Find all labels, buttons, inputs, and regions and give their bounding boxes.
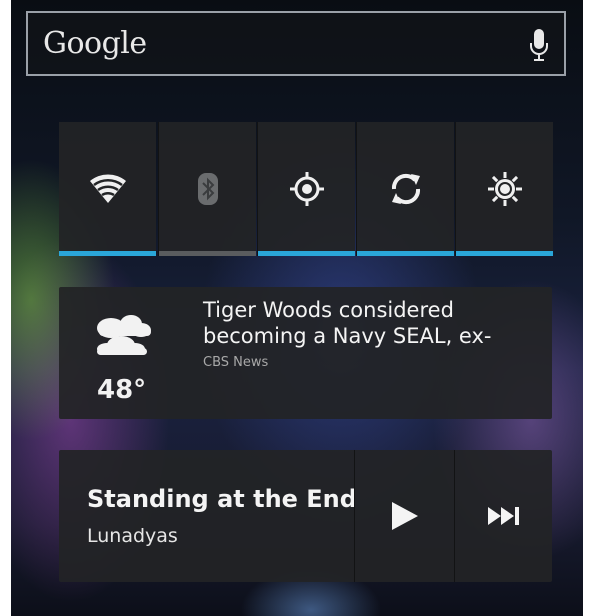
news-weather-widget[interactable]: 48° Tiger Woods considered becoming a Na… [59, 287, 552, 419]
play-icon [391, 502, 418, 530]
skip-next-icon [487, 507, 519, 525]
wifi-icon [89, 174, 126, 203]
location-status-bar [258, 251, 355, 256]
news-headline[interactable]: Tiger Woods considered becoming a Navy S… [203, 297, 543, 349]
brightness-status-bar [456, 251, 553, 256]
sync-toggle[interactable] [356, 122, 454, 256]
sync-icon [391, 173, 420, 205]
sync-status-bar [357, 251, 454, 256]
play-button[interactable] [355, 450, 454, 582]
microphone-icon[interactable] [528, 28, 550, 64]
wifi-status-bar [59, 251, 156, 256]
partly-cloudy-icon [97, 315, 151, 355]
power-control-widget [59, 122, 553, 256]
bluetooth-status-bar [159, 251, 256, 256]
wifi-toggle[interactable] [59, 122, 156, 256]
news-source: CBS News [203, 355, 269, 370]
location-icon [289, 172, 324, 206]
track-title[interactable]: Standing at the End [87, 485, 357, 513]
google-logo: Google [43, 26, 147, 61]
bluetooth-icon [197, 173, 218, 205]
track-artist: Lunadyas [87, 525, 178, 547]
music-widget: Standing at the End Lunadyas [59, 450, 552, 582]
location-toggle[interactable] [257, 122, 355, 256]
skip-next-button[interactable] [455, 450, 552, 582]
home-screen: Google 48° Tiger Woods considered becomi… [11, 0, 583, 616]
temperature: 48° [97, 375, 147, 405]
bluetooth-toggle[interactable] [158, 122, 256, 256]
google-search-bar[interactable]: Google [26, 11, 566, 76]
brightness-toggle[interactable] [455, 122, 553, 256]
brightness-icon [487, 172, 522, 206]
